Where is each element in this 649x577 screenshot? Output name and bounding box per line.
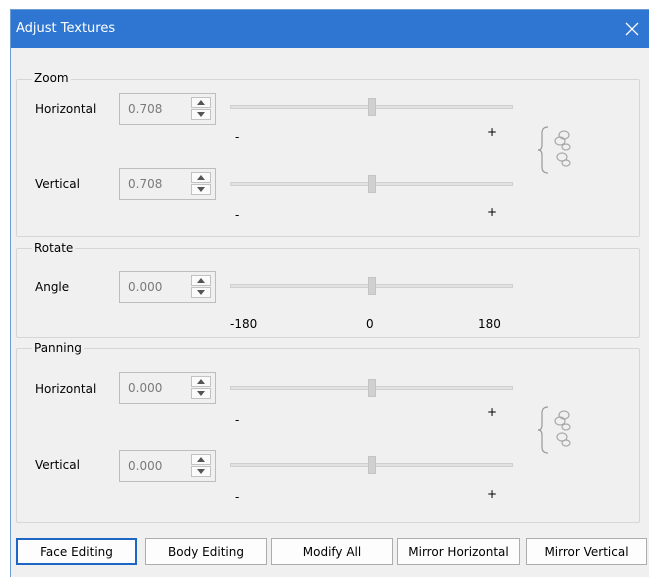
arrow-down-icon[interactable] (191, 388, 211, 399)
face-editing-button[interactable]: Face Editing (16, 538, 137, 565)
arrow-up-icon[interactable] (191, 172, 211, 183)
arrow-up-icon[interactable] (191, 376, 211, 387)
panning-horizontal-slider-thumb[interactable] (367, 379, 376, 397)
zoom-vertical-max-label: + (487, 205, 498, 219)
panning-vertical-min-label: - (235, 490, 240, 504)
arrow-down-icon[interactable] (191, 184, 211, 195)
body-editing-button[interactable]: Body Editing (145, 538, 267, 565)
panning-vertical-value: 0.000 (128, 459, 163, 473)
close-icon[interactable] (618, 15, 646, 43)
zoom-vertical-slider-thumb[interactable] (367, 175, 376, 193)
zoom-horizontal-spinbox[interactable]: 0.708 (119, 93, 216, 125)
angle-spinbox[interactable]: 0.000 (119, 271, 216, 303)
arrow-down-icon[interactable] (191, 287, 211, 298)
zoom-horizontal-slider-thumb[interactable] (367, 98, 376, 116)
panning-horizontal-label: Horizontal (35, 382, 97, 396)
zoom-horizontal-value: 0.708 (128, 102, 163, 116)
title-bar: Adjust Textures (11, 10, 649, 48)
window-title: Adjust Textures (16, 21, 116, 36)
arrow-down-icon[interactable] (191, 109, 211, 120)
arrow-up-icon[interactable] (191, 454, 211, 465)
panning-vertical-max-label: + (487, 487, 498, 501)
arrow-up-icon[interactable] (191, 97, 211, 108)
mirror-horizontal-button[interactable]: Mirror Horizontal (397, 538, 520, 565)
panning-horizontal-max-label: + (487, 405, 498, 419)
rotate-group-label: Rotate (32, 241, 76, 255)
panning-horizontal-spinbox[interactable]: 0.000 (119, 372, 216, 404)
angle-value: 0.000 (128, 280, 163, 294)
panning-horizontal-value: 0.000 (128, 381, 163, 395)
zoom-vertical-label: Vertical (35, 177, 80, 191)
angle-slider-thumb[interactable] (367, 277, 376, 295)
angle-label: Angle (35, 280, 70, 294)
panning-group-label: Panning (32, 341, 84, 355)
panning-vertical-slider-thumb[interactable] (367, 456, 376, 474)
zoom-horizontal-label: Horizontal (35, 102, 97, 116)
angle-tick-max: 180 (478, 317, 501, 331)
angle-tick-zero: 0 (366, 317, 374, 331)
modify-all-button[interactable]: Modify All (271, 538, 393, 565)
chain-link-icon[interactable] (536, 125, 578, 178)
chain-link-icon[interactable] (536, 405, 578, 458)
zoom-vertical-min-label: - (235, 208, 240, 222)
zoom-vertical-spinbox[interactable]: 0.708 (119, 168, 216, 200)
rotate-group (16, 248, 640, 338)
zoom-horizontal-min-label: - (235, 130, 240, 144)
arrow-up-icon[interactable] (191, 275, 211, 286)
panning-vertical-spinbox[interactable]: 0.000 (119, 450, 216, 482)
zoom-vertical-value: 0.708 (128, 177, 163, 191)
arrow-down-icon[interactable] (191, 466, 211, 477)
panning-horizontal-min-label: - (235, 413, 240, 427)
zoom-horizontal-max-label: + (487, 125, 498, 139)
mirror-vertical-button[interactable]: Mirror Vertical (526, 538, 647, 565)
zoom-group-label: Zoom (32, 71, 71, 85)
panning-vertical-label: Vertical (35, 458, 80, 472)
angle-tick-min: -180 (230, 317, 258, 331)
